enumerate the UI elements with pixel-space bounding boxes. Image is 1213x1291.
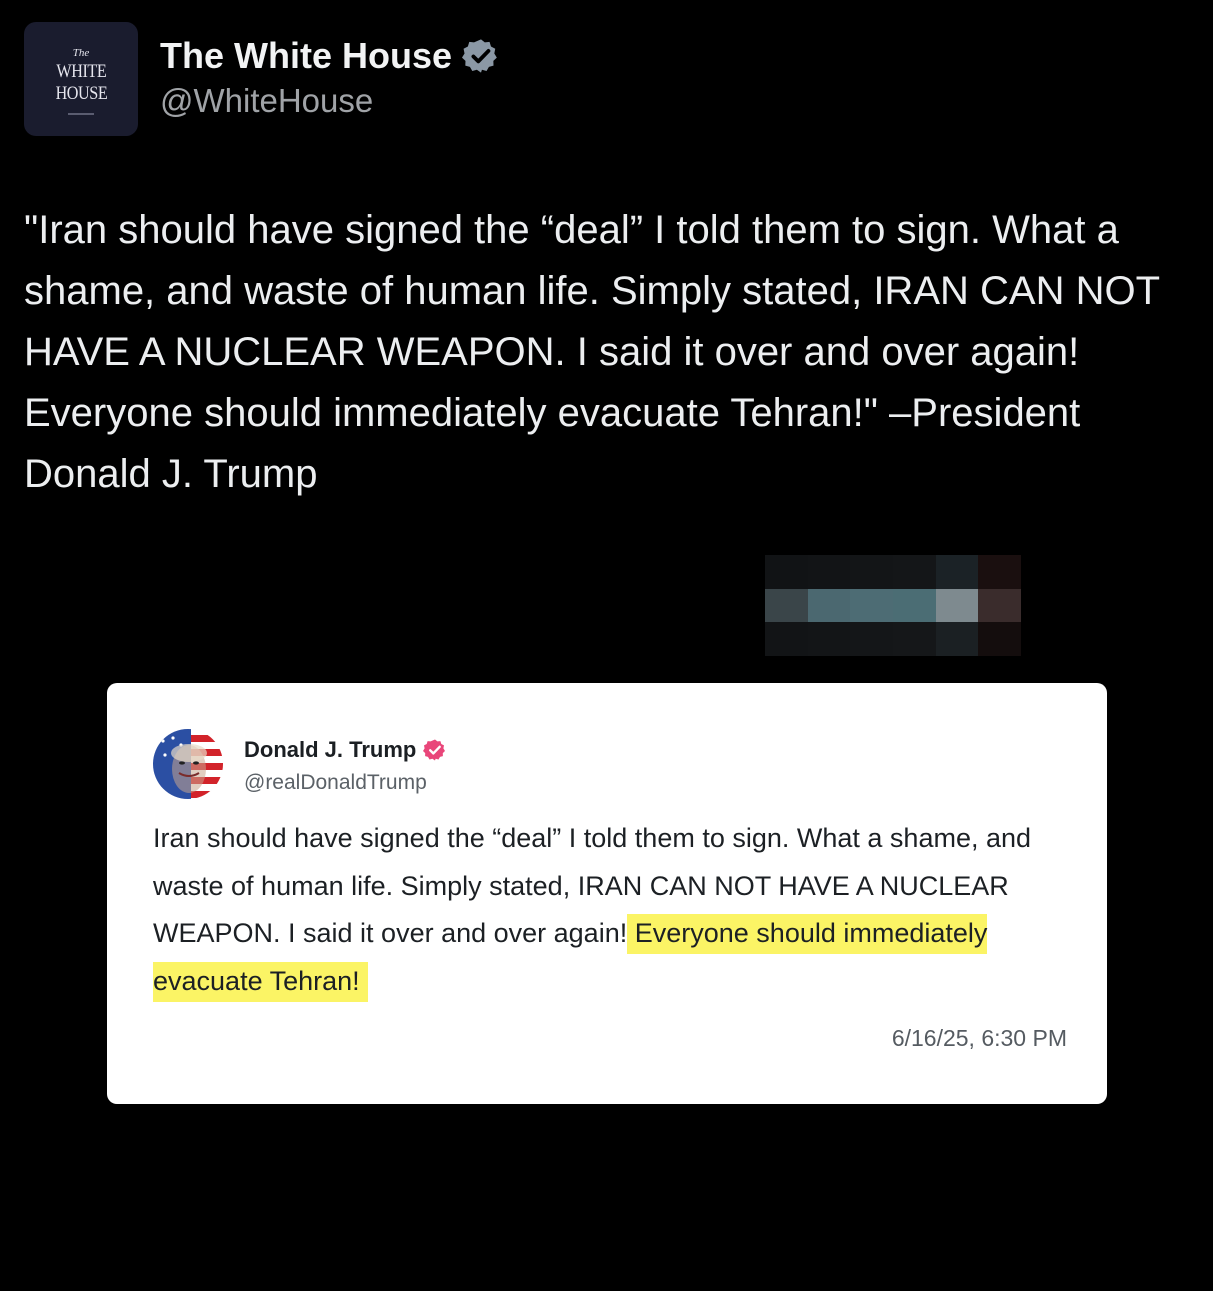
- redacted-pixel: [850, 622, 893, 656]
- redacted-pixel: [893, 555, 936, 589]
- redacted-pixel: [978, 622, 1021, 656]
- author-names: The White House @WhiteHouse: [160, 34, 500, 120]
- embedded-name-row: Donald J. Trump: [244, 735, 447, 765]
- display-name-row: The White House: [160, 34, 500, 78]
- post-text: "Iran should have signed the “deal” I to…: [24, 208, 1160, 496]
- flag-portrait-image: [153, 729, 223, 799]
- redacted-pixel: [807, 622, 851, 656]
- avatar-fine-print: [68, 113, 94, 115]
- redacted-pixel: [807, 555, 851, 589]
- author-display-name[interactable]: The White House: [160, 35, 452, 77]
- redacted-pixel: [893, 622, 936, 656]
- avatar-text-white: WHITE: [56, 61, 106, 82]
- redacted-pixel: [935, 588, 979, 623]
- redacted-pixel: [765, 588, 808, 623]
- redacted-pixel: [850, 588, 893, 623]
- redacted-pixel: [978, 555, 1021, 589]
- verified-badge-icon: [462, 39, 497, 73]
- redacted-pixel: [850, 555, 893, 589]
- embedded-handle[interactable]: @realDonaldTrump: [244, 771, 447, 795]
- embedded-author-names: Donald J. Trump @realDonaldTrump: [244, 735, 447, 795]
- embedded-post-card[interactable]: Donald J. Trump @realDonaldTrump Iran sh…: [107, 683, 1107, 1104]
- embedded-display-name[interactable]: Donald J. Trump: [244, 737, 416, 763]
- avatar-text-the: The: [72, 47, 90, 59]
- redacted-pixel: [765, 622, 808, 656]
- redacted-pixel: [978, 588, 1021, 623]
- verified-badge-icon: [423, 739, 446, 761]
- redacted-pixel: [935, 555, 979, 589]
- redacted-pixel: [935, 622, 979, 656]
- white-house-avatar[interactable]: The WHITE HOUSE: [24, 22, 138, 136]
- avatar-text-house: HOUSE: [55, 83, 107, 104]
- redacted-pixel: [893, 588, 936, 623]
- trump-avatar[interactable]: [153, 729, 223, 799]
- embedded-timestamp[interactable]: 6/16/25, 6:30 PM: [892, 1025, 1067, 1052]
- redacted-pixelated-block: [765, 555, 1021, 656]
- redacted-pixel: [765, 555, 808, 589]
- embedded-post-text: Iran should have signed the “deal” I tol…: [153, 815, 1073, 1005]
- redacted-pixel: [807, 588, 851, 623]
- post-header: The WHITE HOUSE The White House @WhiteHo…: [24, 22, 500, 136]
- author-handle[interactable]: @WhiteHouse: [160, 82, 500, 120]
